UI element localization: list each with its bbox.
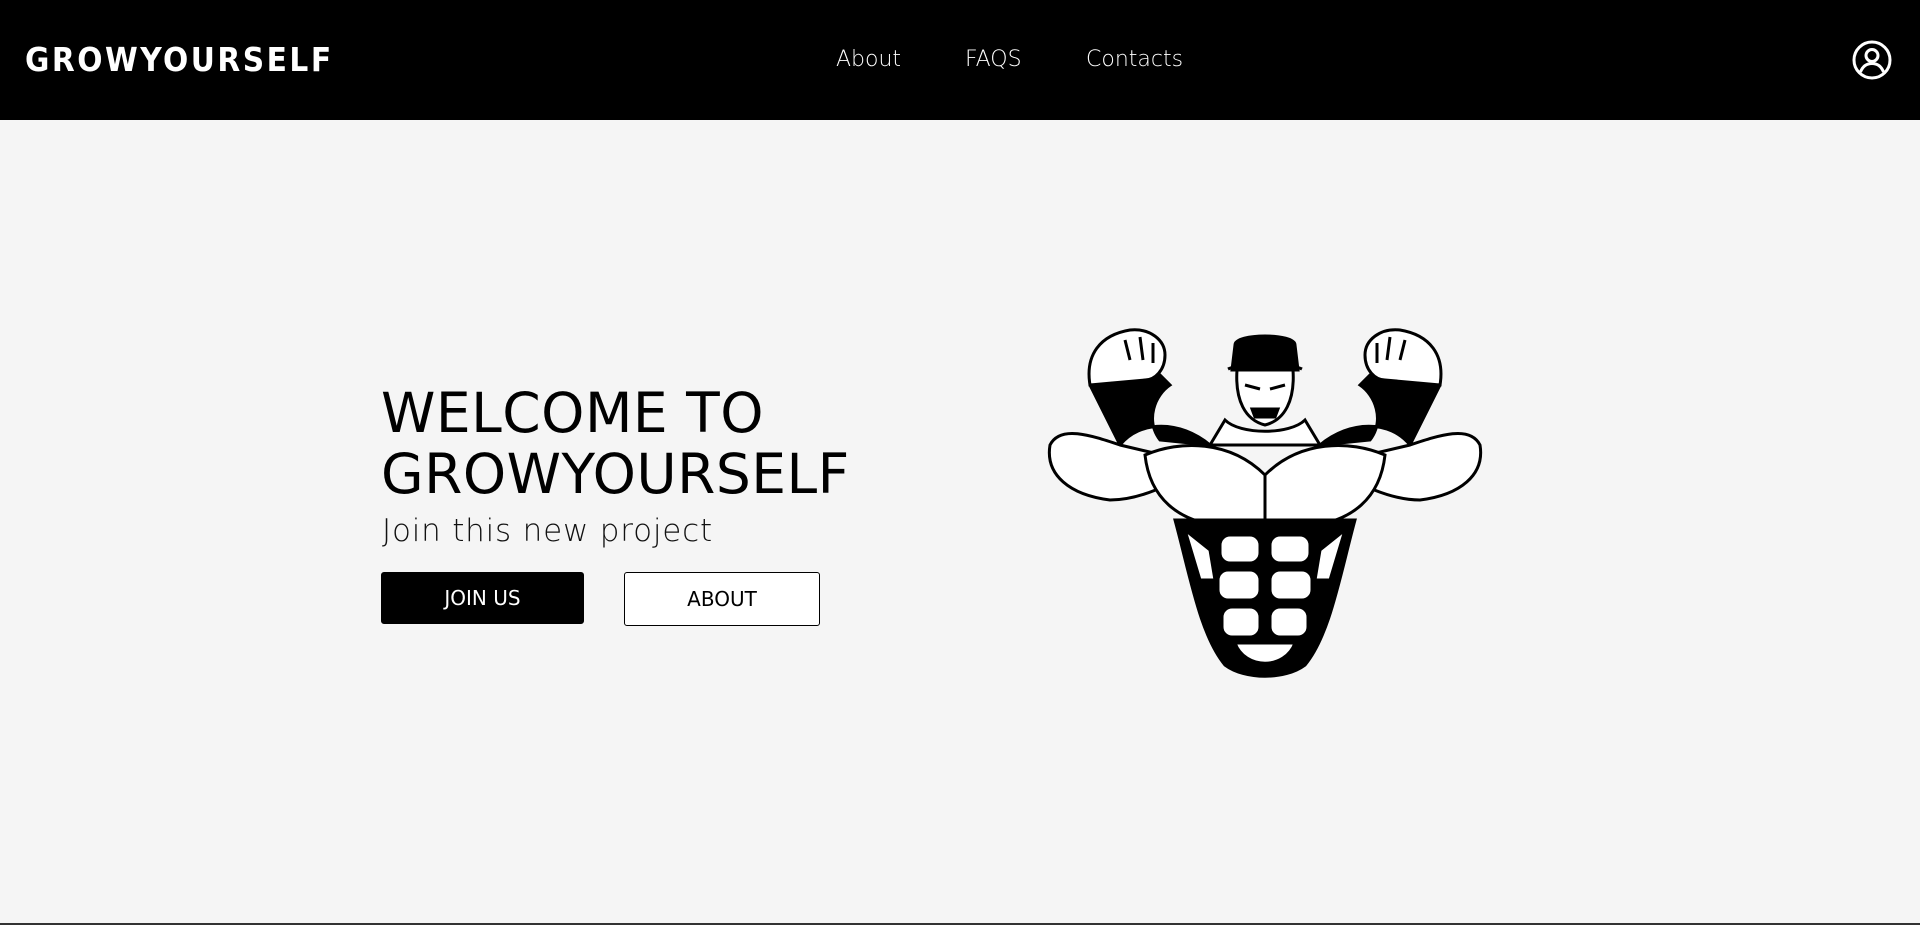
- main-nav: About FAQS Contacts: [0, 43, 1920, 77]
- mascot-chest: [1143, 444, 1387, 527]
- user-account-button[interactable]: [1851, 39, 1893, 81]
- hero-title-line2: GROWYOURSELF: [381, 442, 850, 506]
- hero-title-line1: WELCOME TO: [381, 381, 765, 445]
- bodybuilder-mascot-image: [1047, 328, 1483, 678]
- nav-link-contacts[interactable]: Contacts: [1086, 43, 1183, 77]
- hero-title: WELCOME TO GROWYOURSELF: [381, 383, 850, 505]
- nav-link-about[interactable]: About: [836, 43, 901, 77]
- top-navbar: GROWYOURSELF About FAQS Contacts: [0, 0, 1920, 120]
- mascot-head: [1227, 334, 1303, 427]
- mascot-abs: [1173, 518, 1357, 678]
- about-button[interactable]: ABOUT: [624, 572, 820, 626]
- join-us-button[interactable]: JOIN US: [381, 572, 584, 624]
- nav-link-faqs[interactable]: FAQS: [965, 43, 1022, 77]
- hero-subtitle: Join this new project: [382, 513, 713, 549]
- user-circle-icon: [1852, 40, 1892, 80]
